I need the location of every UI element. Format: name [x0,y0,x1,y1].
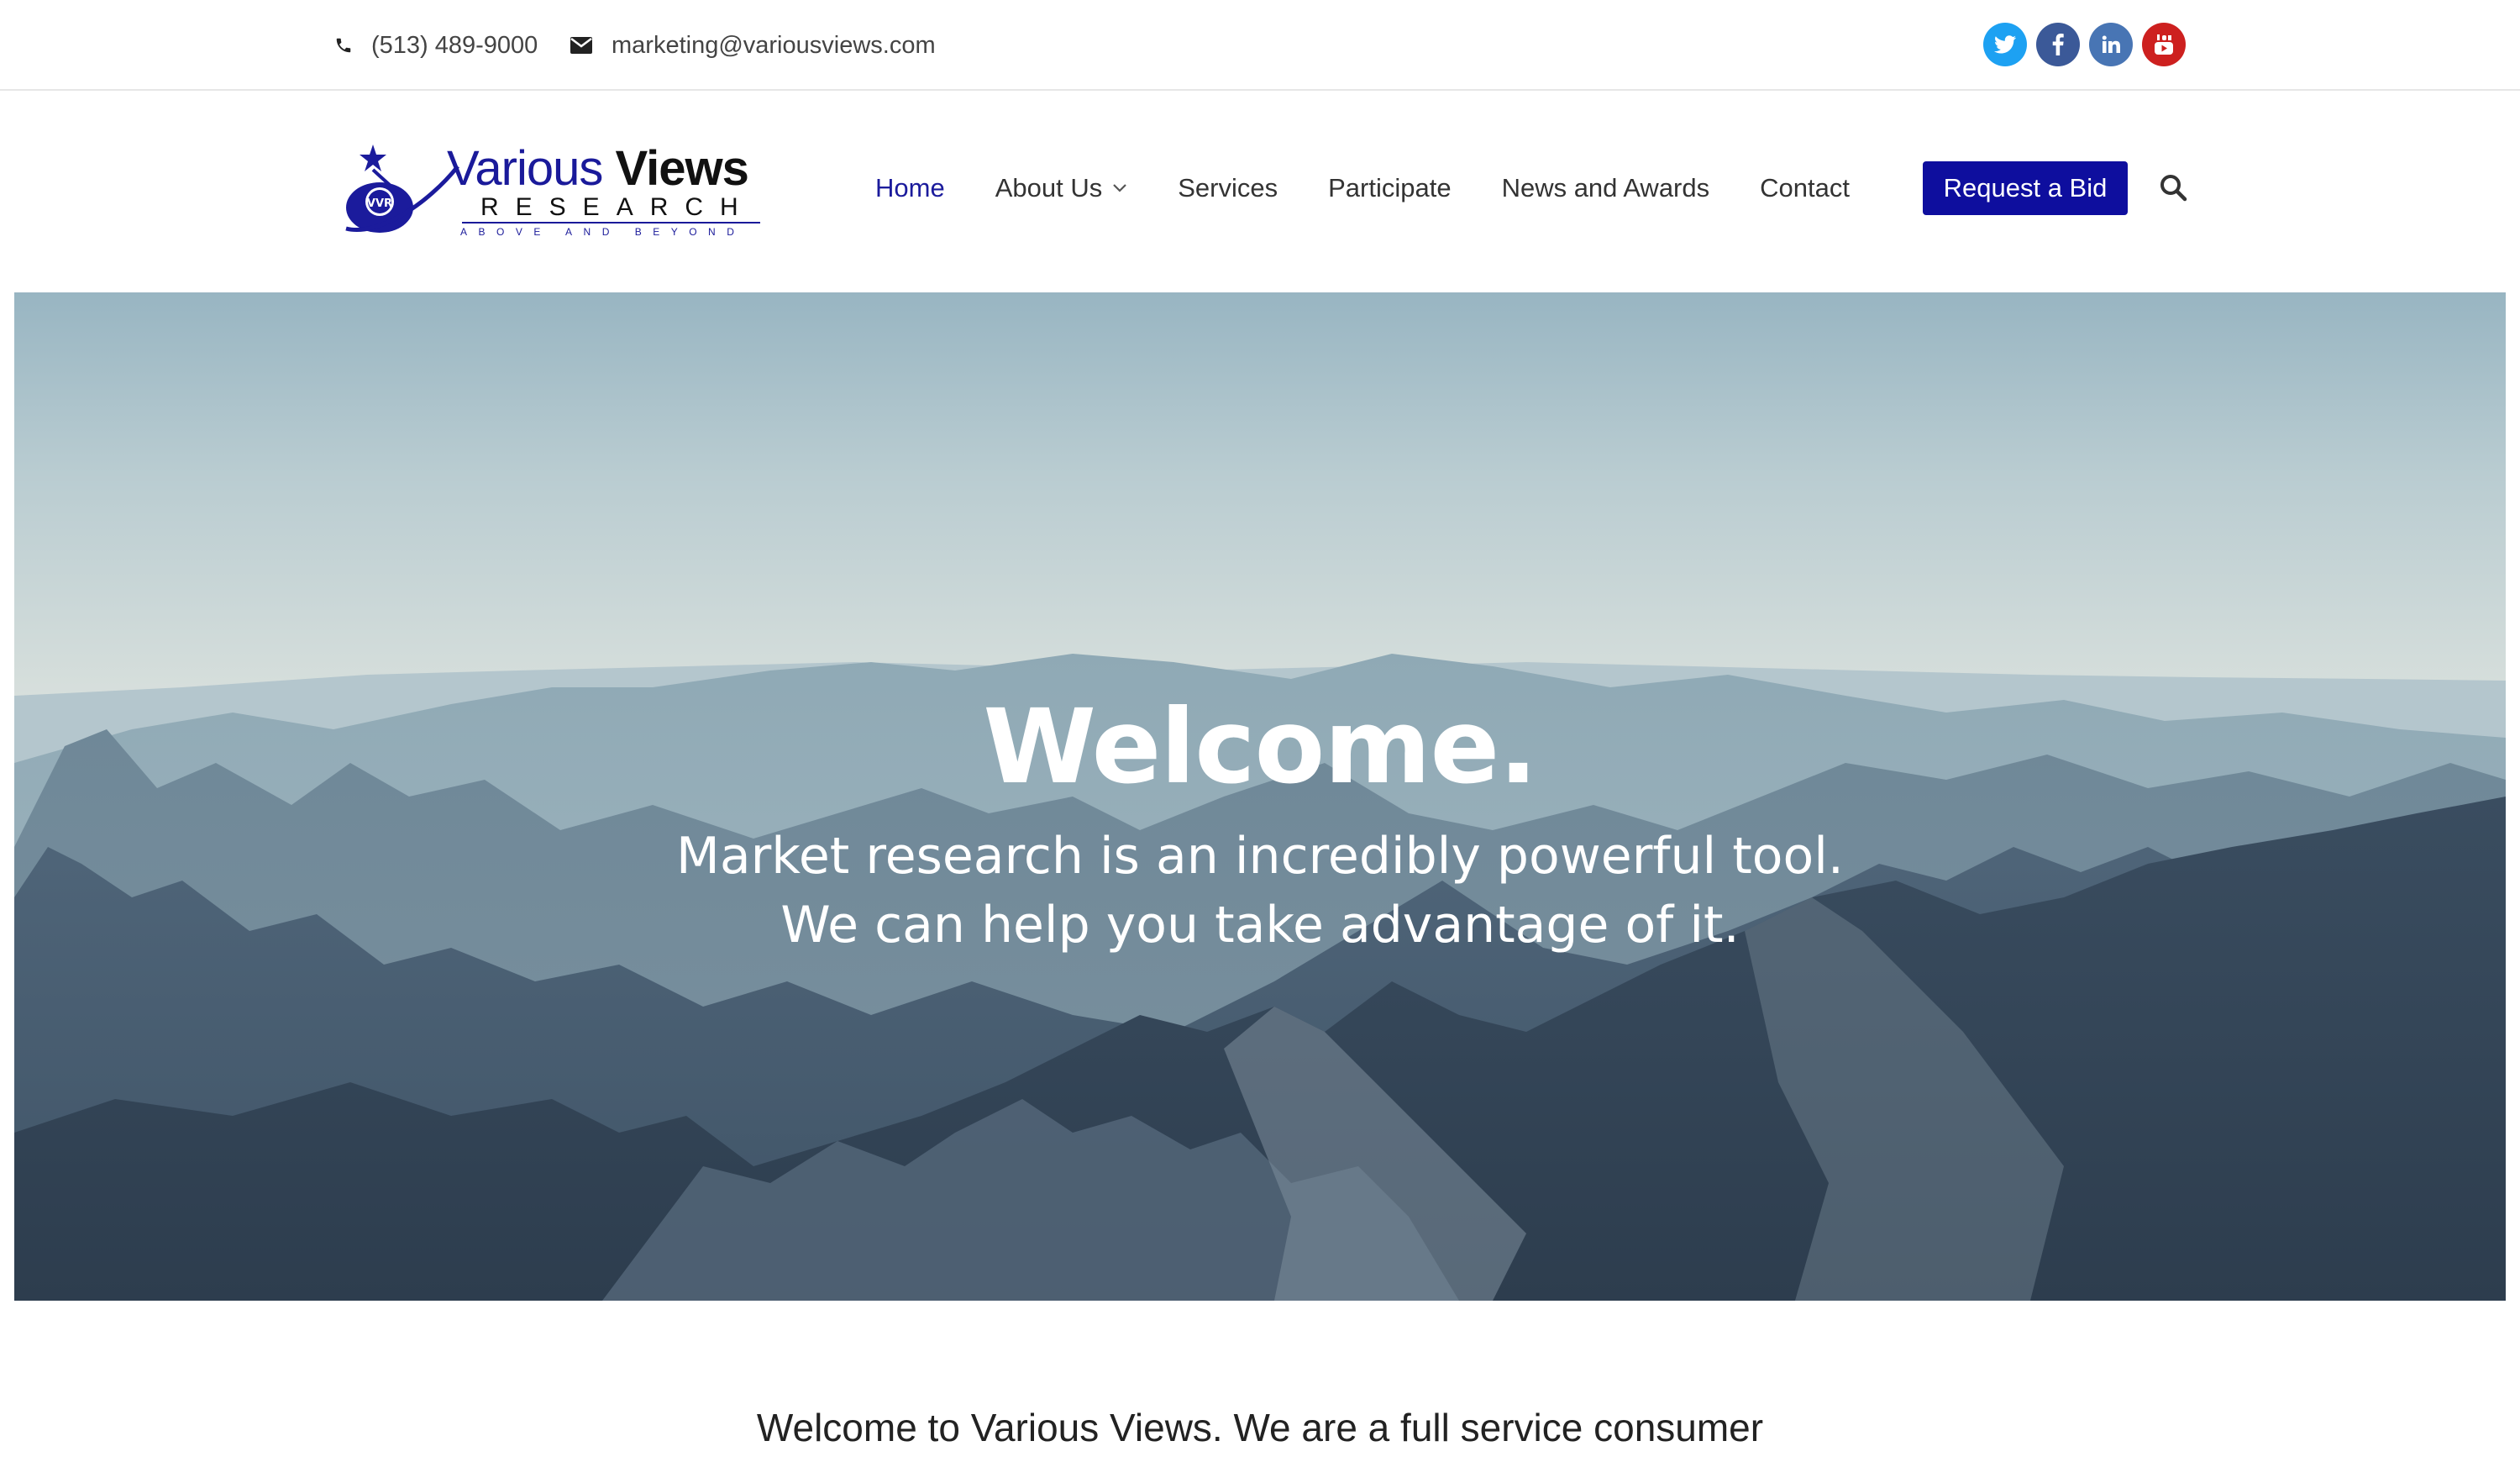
logo-word-views: Views [615,141,748,196]
nav-about-us-label: About Us [995,173,1103,202]
search-icon[interactable] [2159,173,2187,202]
nav-news-awards[interactable]: News and Awards [1502,173,1710,203]
email-address[interactable]: marketing@variousviews.com [612,32,936,60]
hero-line-1: Market research is an incredibly powerfu… [676,827,1844,886]
nav-news-awards-label: News and Awards [1501,173,1710,202]
intro-text: Welcome to Various Views. We are a full … [756,1406,1764,1449]
company-logo[interactable]: VVR Various Views RESEARCH ABOVE AND BEY… [336,136,773,245]
logo-tagline: ABOVE AND BEYOND [460,226,746,238]
top-bar: (513) 489-9000 marketing@variousviews.co… [0,0,2520,91]
nav-participate-label: Participate [1328,173,1452,202]
phone-contact[interactable]: (513) 489-9000 [334,25,538,66]
twitter-icon[interactable] [1983,23,2027,66]
nav-contact[interactable]: Contact [1760,173,1850,203]
email-contact[interactable]: marketing@variousviews.com [570,25,936,66]
chevron-down-icon [1113,184,1126,192]
nav-home[interactable]: Home [875,173,945,203]
nav-participate[interactable]: Participate [1328,173,1451,203]
nav-about-us[interactable]: About Us [995,173,1128,203]
hero-subtitle: Market research is an incredibly powerfu… [14,822,2506,960]
hero-line-2: We can help you take advantage of it. [780,896,1740,955]
phone-icon [336,38,351,53]
phone-number[interactable]: (513) 489-9000 [371,32,538,60]
site-header: VVR Various Views RESEARCH ABOVE AND BEY… [0,92,2520,292]
logo-wordmark: Various Views [447,145,749,193]
logo-emblem-icon: VVR [345,145,459,233]
svg-text:VVR: VVR [367,197,392,210]
envelope-icon [570,37,592,54]
nav-services[interactable]: Services [1178,173,1278,203]
hero-title: Welcome. [983,687,1537,807]
main-nav: Home About Us Services Participate News … [875,161,2187,215]
logo-word-various: Various [447,141,616,196]
facebook-icon[interactable] [2036,23,2080,66]
request-bid-button[interactable]: Request a Bid [1923,161,2128,215]
hero-banner: Welcome. Market research is an incredibl… [14,292,2506,1301]
nav-home-label: Home [875,173,945,202]
nav-contact-label: Contact [1760,173,1850,202]
nav-services-label: Services [1178,173,1278,202]
social-links [1983,23,2186,66]
logo-research: RESEARCH [480,193,755,221]
linkedin-icon[interactable] [2089,23,2133,66]
logo-rule [462,222,760,224]
youtube-icon[interactable] [2142,23,2186,66]
